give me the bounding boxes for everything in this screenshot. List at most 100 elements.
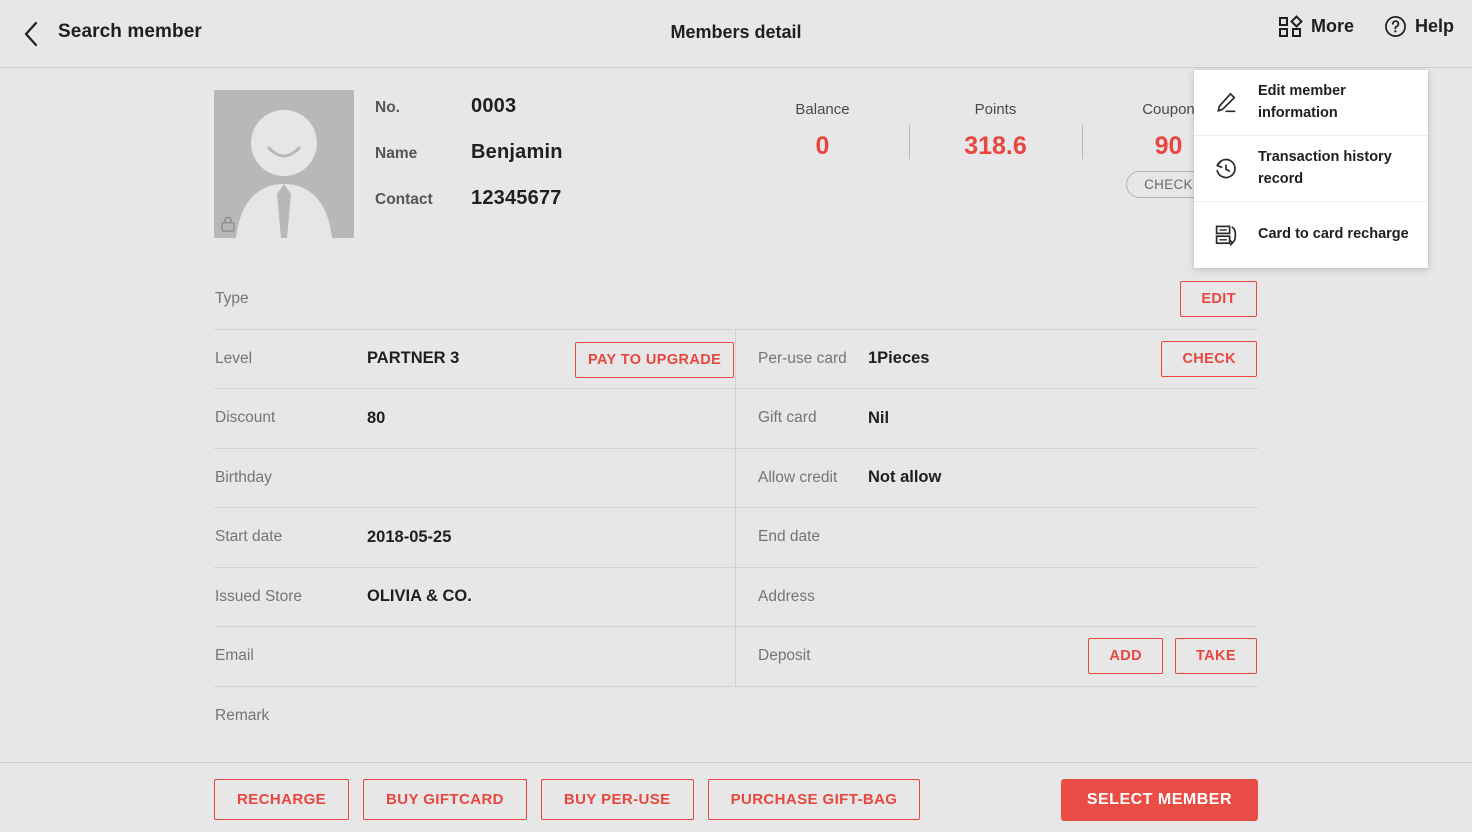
field-label: Allow credit <box>758 468 838 486</box>
row-cell-left: Birthday <box>214 449 736 508</box>
stat-label: Points <box>974 101 1017 118</box>
field-value: 1Pieces <box>868 349 930 368</box>
buy-giftcard-button[interactable]: BUY GIFTCARD <box>363 779 527 820</box>
app-header: Search member Members detail More Help <box>0 0 1472 68</box>
field-value: 2018-05-25 <box>367 527 452 546</box>
field-label: Issued Store <box>215 587 303 605</box>
member-field-row: Name Benjamin <box>375 141 563 187</box>
avatar[interactable] <box>214 90 354 238</box>
clock-history-icon <box>1212 155 1240 183</box>
row-cell-right: Deposit ADD TAKE <box>736 627 1258 686</box>
help-button[interactable]: Help <box>1384 15 1454 38</box>
field-label: Deposit <box>758 647 811 665</box>
purchase-gift-bag-button[interactable]: PURCHASE GIFT-BAG <box>707 779 921 820</box>
row-cell-left: Start date 2018-05-25 <box>214 508 736 567</box>
field-label: Address <box>758 587 815 605</box>
row-cell-left: Level PARTNER 3 PAY TO UPGRADE <box>214 330 736 389</box>
field-label: Gift card <box>758 409 817 427</box>
field-label: Level <box>215 349 253 367</box>
member-field-row: Contact 12345677 <box>375 187 563 233</box>
member-field-row: No. 0003 <box>375 95 563 141</box>
menu-item-transaction-history-record[interactable]: Transaction history record <box>1194 136 1428 202</box>
row-cell-left: Remark <box>214 687 736 747</box>
pencil-edit-icon <box>1212 89 1240 117</box>
table-row: Issued Store OLIVIA & CO. Address <box>214 567 1258 627</box>
menu-item-label: Card to card recharge <box>1258 226 1409 243</box>
table-row: Level PARTNER 3 PAY TO UPGRADE Per-use c… <box>214 329 1258 389</box>
help-label: Help <box>1414 15 1454 36</box>
page-title: Members detail <box>670 22 802 42</box>
field-value: Nil <box>868 408 890 427</box>
member-name-value: Benjamin <box>471 141 563 163</box>
row-actions: EDIT <box>1180 281 1258 318</box>
field-label: Start date <box>215 528 283 546</box>
stat-points: Points 318.6 <box>909 95 1082 167</box>
member-name-label: Name <box>375 145 418 162</box>
pay-to-upgrade-button[interactable]: PAY TO UPGRADE <box>575 341 735 378</box>
menu-item-label: Transaction history record <box>1258 149 1392 187</box>
menu-item-label: Edit member information <box>1258 83 1346 121</box>
row-cell-left: Discount 80 <box>214 389 736 448</box>
table-row: Discount 80 Gift card Nil <box>214 389 1258 449</box>
card-transfer-icon <box>1212 221 1240 249</box>
deposit-take-button[interactable]: TAKE <box>1175 638 1257 675</box>
row-cell-right: Gift card Nil <box>736 389 1258 448</box>
field-label: Birthday <box>215 468 272 486</box>
buy-per-use-button[interactable]: BUY PER-USE <box>540 779 694 820</box>
row-cell-right: Per-use card 1Pieces CHECK <box>736 330 1258 389</box>
lock-icon <box>221 216 235 232</box>
footer-action-bar: RECHARGE BUY GIFTCARD BUY PER-USE PURCHA… <box>0 762 1472 832</box>
row-cell-left: Issued Store OLIVIA & CO. <box>214 568 736 627</box>
footer-actions: RECHARGE BUY GIFTCARD BUY PER-USE PURCHA… <box>214 779 921 820</box>
field-label: Email <box>215 647 254 665</box>
row-cell-right: Address <box>736 568 1258 627</box>
row-cell-right: End date <box>736 508 1258 567</box>
recharge-button[interactable]: RECHARGE <box>214 779 350 820</box>
field-label: Remark <box>215 707 270 725</box>
grid-more-icon <box>1278 14 1303 38</box>
member-detail-table: Type EDIT Level PARTNER 3 PAY TO UPGRADE… <box>214 270 1258 746</box>
field-label: Type <box>215 290 249 308</box>
stat-value: 0 <box>815 132 830 160</box>
menu-item-card-to-card-recharge[interactable]: Card to card recharge <box>1194 202 1428 268</box>
field-value: OLIVIA & CO. <box>367 587 472 606</box>
table-row: Remark <box>214 687 1258 747</box>
row-cell-left: Type <box>214 270 736 329</box>
menu-item-edit-member-information[interactable]: Edit member information <box>1194 70 1428 136</box>
more-button[interactable]: More <box>1278 14 1354 38</box>
row-cell-right: EDIT <box>736 270 1258 329</box>
member-contact-value: 12345677 <box>471 187 562 209</box>
more-label: More <box>1310 15 1354 36</box>
member-identity: No. 0003 Name Benjamin Contact 12345677 <box>375 95 563 233</box>
field-value: PARTNER 3 <box>367 349 460 368</box>
table-row: Type EDIT <box>214 270 1258 330</box>
member-contact-label: Contact <box>375 191 433 208</box>
question-circle-icon <box>1385 15 1406 37</box>
stat-balance: Balance 0 <box>736 95 909 167</box>
row-actions: ADD TAKE <box>1088 638 1258 675</box>
member-no-label: No. <box>375 99 400 116</box>
table-row: Birthday Allow credit Not allow <box>214 448 1258 508</box>
table-row: Start date 2018-05-25 End date <box>214 508 1258 568</box>
field-label: End date <box>758 528 821 546</box>
member-stats: Balance 0 Points 318.6 Coupon 90 CHECK <box>736 95 1255 198</box>
field-label: Per-use card <box>758 349 847 367</box>
member-no-value: 0003 <box>471 95 517 117</box>
field-value: 80 <box>367 408 386 427</box>
header-actions: More Help <box>1278 14 1454 38</box>
more-dropdown-menu: Edit member information Transaction hist… <box>1194 70 1428 268</box>
row-cell-left: Email <box>214 627 736 686</box>
select-member-button[interactable]: SELECT MEMBER <box>1060 779 1258 821</box>
edit-button[interactable]: EDIT <box>1180 281 1257 318</box>
table-row: Email Deposit ADD TAKE <box>214 627 1258 687</box>
field-label: Discount <box>215 409 276 427</box>
deposit-add-button[interactable]: ADD <box>1088 638 1163 675</box>
members-detail-screen: Search member Members detail More Help N… <box>0 0 1472 832</box>
field-value: Not allow <box>868 468 942 487</box>
row-actions: CHECK <box>1161 340 1258 377</box>
per-use-check-button[interactable]: CHECK <box>1161 340 1257 377</box>
row-cell-right: Allow credit Not allow <box>736 449 1258 508</box>
stat-value: 318.6 <box>964 132 1027 160</box>
row-cell-right <box>736 687 1258 747</box>
stat-label: Balance <box>795 101 850 118</box>
